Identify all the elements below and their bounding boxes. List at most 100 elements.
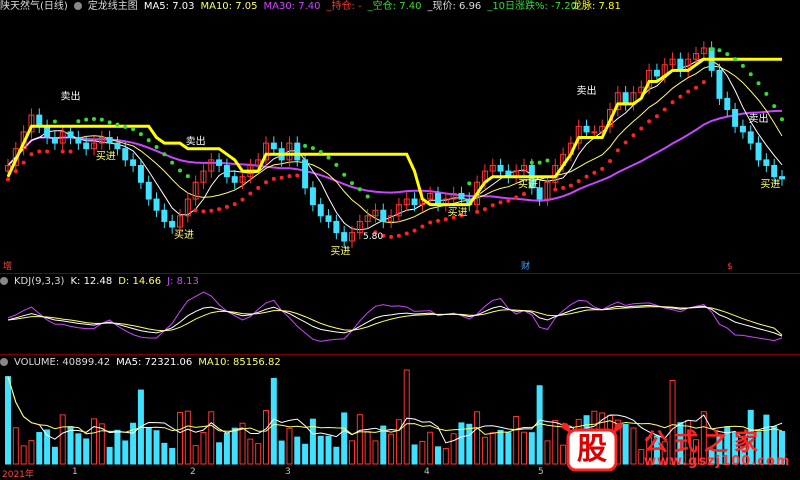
candle-body <box>716 69 723 99</box>
signal-dot <box>37 149 42 154</box>
signal-dot <box>670 100 675 105</box>
kdj-settings-dot-icon[interactable] <box>0 277 8 285</box>
signal-dot <box>115 122 120 127</box>
volume-bar <box>122 440 129 465</box>
ma10-label: MA10: 7.05 <box>200 1 258 12</box>
logo-url: www.gszj100.com <box>644 454 791 469</box>
candle-body <box>137 164 144 183</box>
signal-dot <box>412 228 417 233</box>
signal-dot <box>709 47 714 52</box>
signal-dot <box>467 181 472 186</box>
signal-dot <box>6 177 10 182</box>
signal-dot <box>654 114 659 119</box>
low-price-label: 5.80 <box>363 232 384 242</box>
settings-dot-icon[interactable] <box>73 2 82 10</box>
signal-dot <box>334 162 339 167</box>
volume-bar <box>380 425 387 465</box>
signal-dot <box>350 181 354 186</box>
signal-dot <box>342 172 347 177</box>
volume-bar <box>294 436 301 465</box>
vol-settings-dot-icon[interactable] <box>0 358 8 366</box>
candle-body <box>302 159 309 189</box>
signal-dot <box>240 197 245 202</box>
volume-bar <box>325 435 332 465</box>
signal-dot <box>271 176 276 181</box>
dragon-line <box>6 57 782 207</box>
vol-name[interactable]: VOLUME: 40899.42 <box>14 357 110 368</box>
signal-dot <box>295 173 300 178</box>
signal-dot <box>279 175 284 180</box>
signal-dot <box>107 120 112 125</box>
signal-dot <box>224 204 229 209</box>
volume-bar <box>372 440 379 465</box>
signal-dot <box>232 202 237 207</box>
signal-dot <box>396 233 401 238</box>
x-label-1: 1 <box>72 467 78 477</box>
signal-dot <box>482 207 487 212</box>
sell-label: 卖出 <box>749 112 769 125</box>
volume-bar <box>28 440 35 465</box>
volume-bar <box>317 435 324 465</box>
pane-divider-2[interactable] <box>0 354 800 355</box>
volume-bar <box>521 431 527 465</box>
signal-dot <box>498 200 503 205</box>
empty-label: _空仓: 7.40 <box>367 1 422 12</box>
signal-dot <box>162 152 167 157</box>
buy-label: 买进 <box>518 178 538 190</box>
signal-dot <box>13 169 18 174</box>
signal-dot <box>545 158 550 163</box>
volume-bar <box>208 411 215 465</box>
candle-body <box>435 192 441 206</box>
logo-icon-char: 股 <box>577 432 607 467</box>
signal-dot <box>568 183 573 188</box>
ma30-label: MA30: 7.40 <box>263 1 321 12</box>
volume-bar <box>59 414 66 465</box>
signal-dot <box>84 117 89 122</box>
x-label-5: 5 <box>538 467 544 477</box>
volume-bar <box>200 431 207 465</box>
signal-dot <box>52 119 57 124</box>
volume-bar <box>75 433 82 465</box>
chg10-label: _10日涨跌%: -7.20 <box>487 1 577 12</box>
buy-label: 买进 <box>448 206 468 218</box>
indicator-name[interactable]: 定龙线主图 <box>88 1 138 12</box>
candle-body <box>270 142 277 150</box>
candle-body <box>231 176 238 183</box>
x-label-2: 2 <box>190 467 196 477</box>
main-chart-header: 陕天然气(日线) 定龙线主图 MA5: 7.03 MA10: 7.05 MA30: 7.… <box>0 0 583 13</box>
kdj-d-line <box>7 306 783 336</box>
ma10-line <box>7 65 783 224</box>
sell-label: 卖出 <box>577 84 597 97</box>
signal-dot <box>264 180 268 185</box>
volume-bar <box>20 445 27 465</box>
candle-body <box>130 159 137 166</box>
signal-dot <box>357 187 362 192</box>
pane-divider-1[interactable] <box>0 273 800 274</box>
signal-dot <box>780 117 784 122</box>
signal-dot <box>647 119 652 124</box>
signal-dot <box>748 72 753 77</box>
signal-dot <box>389 234 394 239</box>
chart-stage[interactable]: 卖出 卖出 卖出 卖出 买进 买进 买进 买进 买进 买进 <box>0 0 800 480</box>
signal-dot <box>326 155 331 160</box>
signal-dot <box>529 160 534 165</box>
signal-dot <box>725 52 730 57</box>
signal-dot <box>146 138 151 143</box>
signal-dot <box>506 198 511 203</box>
candle-body <box>216 159 223 166</box>
volume-bar <box>427 431 434 465</box>
signal-dot <box>131 127 136 132</box>
volume-bar <box>481 436 488 465</box>
signal-dot <box>92 117 96 122</box>
signal-dot <box>678 94 683 99</box>
volume-bar <box>450 433 457 465</box>
main-price-chart[interactable]: 卖出卖出卖出卖出买进买进买进买进买进 买进 <box>0 0 800 480</box>
signal-dot <box>514 195 519 200</box>
kdj-name[interactable]: KDJ(9,3,3) <box>14 276 64 287</box>
vol-ma5: MA5: 72321.06 <box>116 357 193 368</box>
candle-body <box>732 109 739 127</box>
signal-dot <box>576 179 581 184</box>
candle-body <box>771 164 778 178</box>
signal-dot <box>592 170 597 175</box>
volume-bar <box>333 446 340 465</box>
